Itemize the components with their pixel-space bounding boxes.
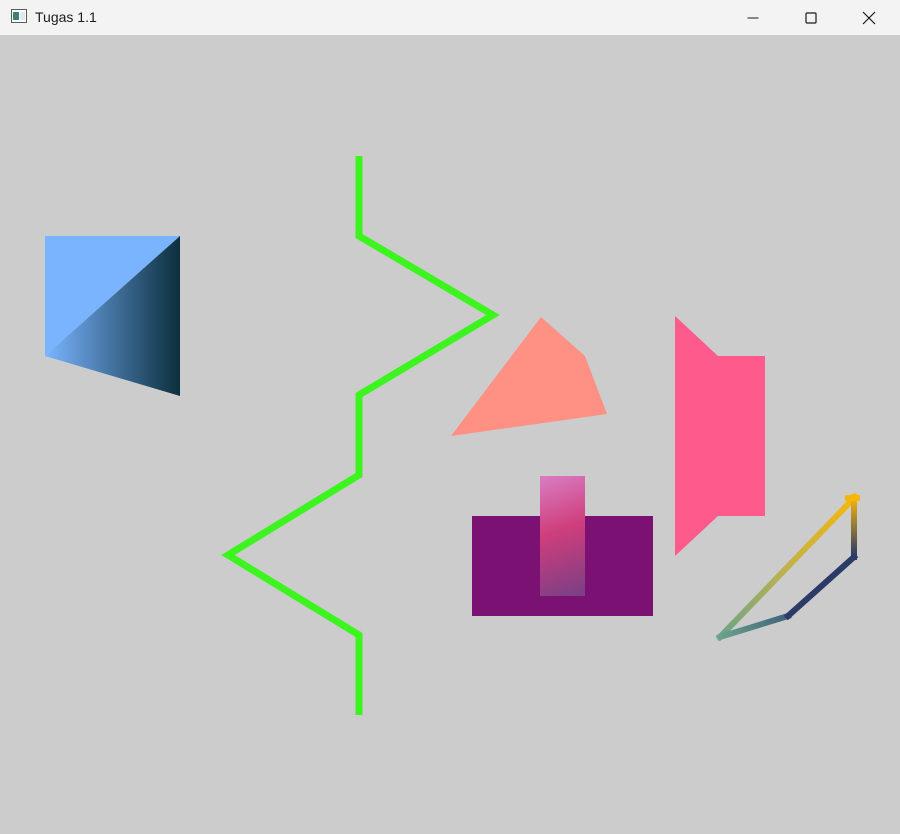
gradient-bar <box>540 476 585 596</box>
pink-polygon <box>675 316 765 556</box>
maximize-icon <box>805 11 817 24</box>
salmon-polygon <box>451 317 607 436</box>
app-window: Tugas 1.1 <box>0 0 900 834</box>
canvas-svg <box>45 156 860 715</box>
gradient-outline-quad <box>715 492 860 642</box>
drawing-canvas[interactable] <box>0 36 900 834</box>
minimize-icon <box>747 17 759 18</box>
close-icon <box>862 11 876 24</box>
blue-gradient-quad <box>45 236 180 396</box>
maximize-button[interactable] <box>788 0 834 35</box>
window-title: Tugas 1.1 <box>35 9 97 25</box>
window-app-icon <box>11 9 27 23</box>
close-button[interactable] <box>846 0 892 35</box>
minimize-button[interactable] <box>730 0 776 35</box>
title-bar[interactable]: Tugas 1.1 <box>0 0 900 35</box>
